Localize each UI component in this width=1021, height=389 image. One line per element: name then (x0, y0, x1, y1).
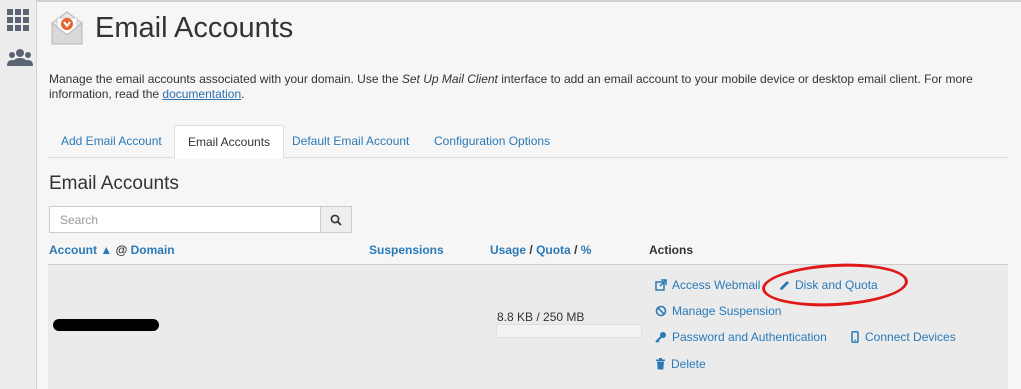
search-input[interactable] (49, 206, 321, 233)
redacted-account-name (53, 319, 159, 331)
set-up-mail-client-text: Set Up Mail Client (401, 72, 498, 86)
tab-configuration-options[interactable]: Configuration Options (421, 125, 563, 158)
sort-domain-link[interactable]: Domain (131, 243, 175, 257)
header-separator: / (574, 243, 578, 257)
page-description: Manage the email accounts associated wit… (49, 72, 989, 102)
sort-asc-icon: ▲ (100, 243, 113, 257)
delete-label: Delete (671, 357, 706, 371)
disk-and-quota-link[interactable]: Disk and Quota (779, 278, 878, 292)
mobile-device-icon (851, 331, 859, 343)
sort-account-link[interactable]: Account (49, 243, 97, 257)
delete-link[interactable]: Delete (655, 357, 706, 371)
tab-add-email-account[interactable]: Add Email Account (48, 125, 175, 158)
description-text-3: . (241, 87, 245, 101)
users-icon[interactable] (7, 48, 33, 70)
manage-suspension-link[interactable]: Manage Suspension (655, 304, 781, 318)
search-icon (330, 214, 342, 226)
header-suspensions: Suspensions (369, 243, 444, 257)
header-account-domain: Account ▲ @ Domain (49, 243, 175, 257)
header-usage-quota: Usage / Quota / % (490, 243, 591, 257)
email-accounts-icon (48, 9, 86, 47)
section-title: Email Accounts (49, 173, 179, 194)
password-and-authentication-link[interactable]: Password and Authentication (655, 330, 827, 344)
access-webmail-link[interactable]: Access Webmail (655, 278, 760, 292)
access-webmail-label: Access Webmail (672, 278, 761, 292)
ban-icon (655, 305, 667, 317)
actions-header: Actions (649, 243, 694, 257)
external-link-icon (655, 279, 667, 291)
search-box (49, 206, 352, 233)
search-button[interactable] (320, 206, 352, 233)
page-title: Email Accounts (95, 12, 294, 44)
tab-default-email-account[interactable]: Default Email Account (279, 125, 422, 158)
disk-and-quota-label: Disk and Quota (795, 278, 878, 292)
at-sign: @ (115, 243, 128, 257)
password-and-authentication-label: Password and Authentication (672, 330, 827, 344)
apps-grid-icon[interactable] (7, 9, 31, 31)
tab-bar: Add Email Account Email Accounts Default… (48, 125, 1008, 159)
sort-suspensions-link[interactable]: Suspensions (369, 243, 444, 257)
header-actions: Actions (649, 243, 693, 257)
sort-percent-link[interactable]: % (581, 243, 592, 257)
sort-usage-link[interactable]: Usage (490, 243, 526, 257)
description-text: Manage the email accounts associated wit… (49, 72, 402, 86)
pencil-icon (780, 280, 789, 290)
header-separator: / (529, 243, 533, 257)
usage-progress-bar (496, 324, 642, 338)
top-divider (37, 0, 1021, 2)
connect-devices-link[interactable]: Connect Devices (850, 330, 956, 344)
sort-quota-link[interactable]: Quota (536, 243, 571, 257)
tab-email-accounts[interactable]: Email Accounts (174, 125, 285, 159)
usage-text: 8.8 KB / 250 MB (497, 310, 585, 324)
manage-suspension-label: Manage Suspension (672, 304, 782, 318)
trash-icon (656, 358, 665, 370)
key-icon (655, 332, 666, 343)
connect-devices-label: Connect Devices (865, 330, 956, 344)
documentation-link[interactable]: documentation (162, 87, 241, 101)
sidebar (0, 0, 37, 389)
